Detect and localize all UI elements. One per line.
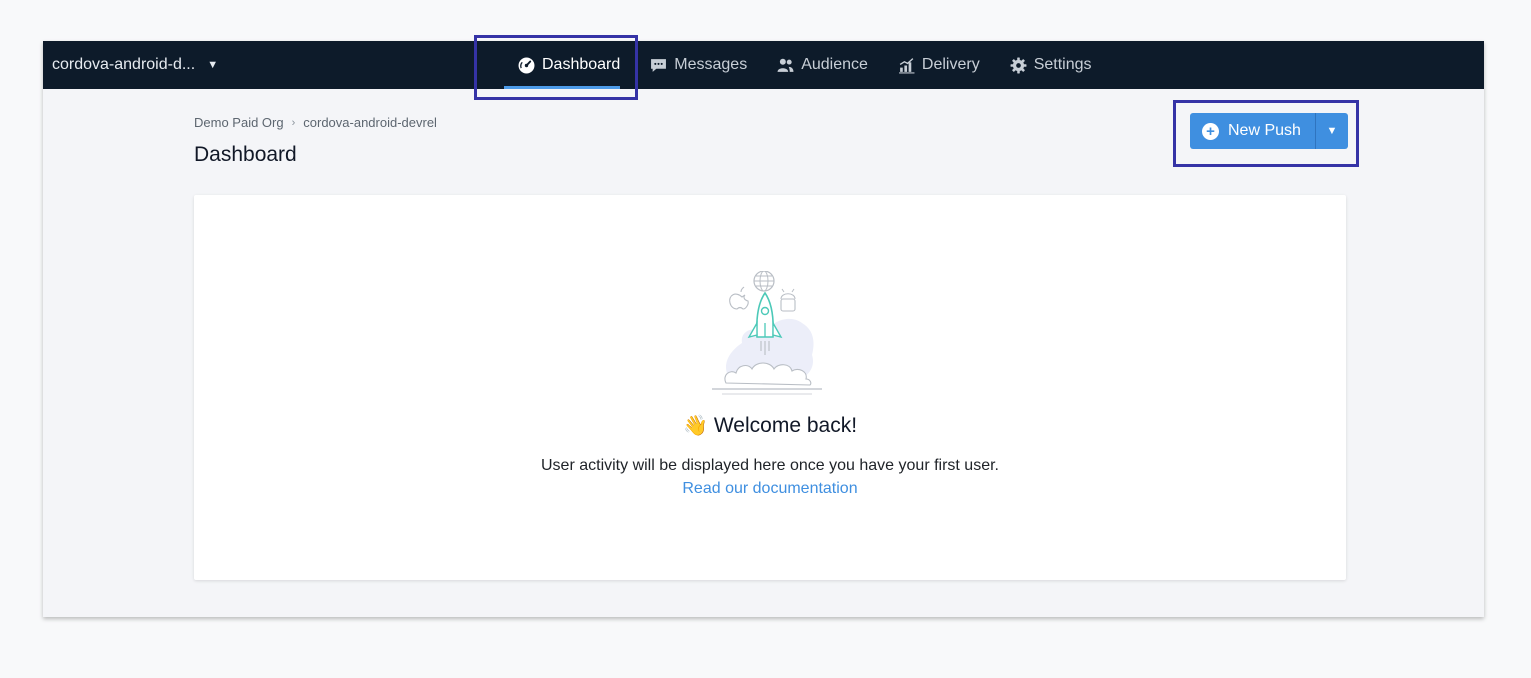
- new-push-button-group: + New Push ▼: [1190, 113, 1348, 149]
- empty-state-card: 👋 Welcome back! User activity will be di…: [194, 195, 1346, 580]
- dashboard-gauge-icon: [518, 57, 535, 74]
- tab-dashboard[interactable]: Dashboard: [503, 41, 635, 89]
- app-window: cordova-android-d... ▼ Dashboard Message…: [43, 41, 1484, 617]
- users-icon: [777, 57, 794, 74]
- tab-messages[interactable]: Messages: [635, 41, 762, 89]
- page-title: Dashboard: [194, 143, 297, 166]
- breadcrumb-app[interactable]: cordova-android-devrel: [303, 115, 437, 130]
- tab-dashboard-label: Dashboard: [542, 56, 621, 73]
- caret-down-icon: ▼: [207, 59, 219, 71]
- documentation-link[interactable]: Read our documentation: [682, 480, 857, 497]
- gear-icon: [1010, 57, 1027, 74]
- waving-hand-icon: 👋: [682, 415, 708, 437]
- empty-state-message: User activity will be displayed here onc…: [541, 457, 999, 474]
- new-push-button[interactable]: + New Push: [1190, 113, 1315, 149]
- app-switcher-label: cordova-android-d...: [52, 56, 196, 73]
- tab-delivery[interactable]: Delivery: [883, 41, 995, 89]
- documentation-link-row: Read our documentation: [194, 480, 1346, 498]
- breadcrumb: Demo Paid Org › cordova-android-devrel: [194, 115, 437, 130]
- caret-down-icon: ▼: [1326, 125, 1338, 137]
- tab-settings-label: Settings: [1033, 56, 1092, 73]
- tab-messages-label: Messages: [674, 56, 748, 73]
- tab-audience-label: Audience: [801, 56, 868, 73]
- tab-settings[interactable]: Settings: [995, 41, 1107, 89]
- plus-circle-icon: +: [1202, 122, 1219, 140]
- chat-bubble-icon: [650, 57, 667, 74]
- welcome-heading: 👋 Welcome back!: [194, 413, 1346, 438]
- chevron-right-icon: ›: [291, 116, 296, 129]
- tab-audience[interactable]: Audience: [762, 41, 883, 89]
- top-navigation-bar: cordova-android-d... ▼ Dashboard Message…: [43, 41, 1484, 89]
- new-push-label: New Push: [1228, 122, 1301, 139]
- main-nav: Dashboard Messages Audience Delivery Set…: [503, 41, 1107, 89]
- tab-delivery-label: Delivery: [921, 56, 980, 73]
- rocket-illustration: [712, 270, 832, 399]
- breadcrumb-org[interactable]: Demo Paid Org: [194, 115, 284, 130]
- app-switcher-dropdown[interactable]: cordova-android-d... ▼: [52, 41, 218, 89]
- chart-icon: [898, 57, 915, 74]
- welcome-heading-text: Welcome back!: [713, 413, 858, 437]
- new-push-options-button[interactable]: ▼: [1314, 113, 1348, 149]
